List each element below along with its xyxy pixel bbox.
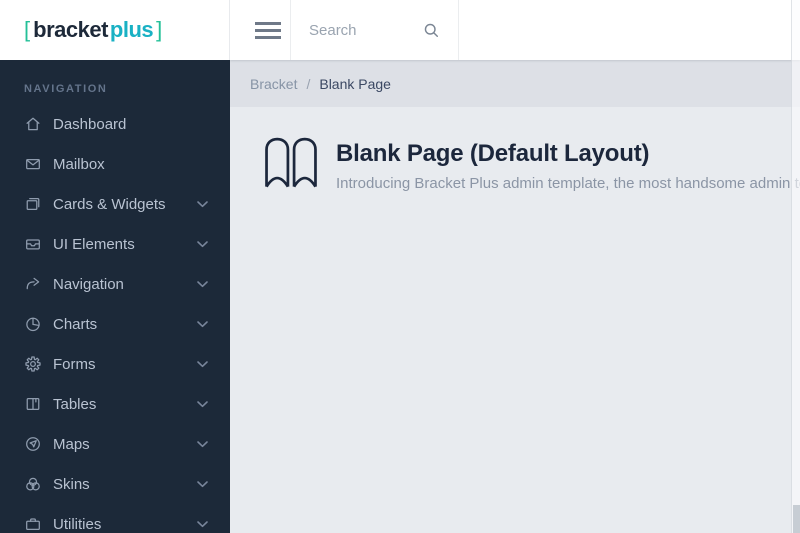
sidebar-item-label: Cards & Widgets	[53, 195, 166, 213]
sidebar-item-ui-elements[interactable]: UI Elements	[0, 224, 230, 264]
home-icon	[26, 117, 40, 131]
breadcrumb-separator: /	[306, 75, 311, 92]
sidebar-item-label: Charts	[53, 315, 98, 333]
nav-section-label: NAVIGATION	[24, 83, 108, 95]
chevron-down-icon	[197, 440, 208, 447]
top-header	[230, 0, 800, 60]
cards-icon	[26, 197, 40, 211]
pie-chart-icon	[26, 317, 40, 332]
table-icon	[26, 397, 40, 411]
skins-circles-icon	[26, 477, 40, 491]
forward-arrow-icon	[26, 277, 40, 290]
sidebar: [ bracket plus ] NAVIGATION Dashboard Mai…	[0, 0, 230, 533]
breadcrumb-current: Blank Page	[319, 75, 391, 92]
sidebar-item-cards-widgets[interactable]: Cards & Widgets	[0, 184, 230, 224]
breadcrumb-link[interactable]: Bracket	[250, 76, 297, 92]
chevron-down-icon	[197, 400, 208, 407]
page-header: Blank Page (Default Layout) Introducing …	[262, 135, 800, 193]
search-box	[291, 0, 458, 60]
menu-icon	[255, 35, 281, 39]
sidebar-item-forms[interactable]: Forms	[0, 344, 230, 384]
sidebar-item-dashboard[interactable]: Dashboard	[0, 104, 230, 144]
chevron-down-icon	[197, 520, 208, 527]
sidebar-item-label: Maps	[53, 435, 90, 453]
sidebar-item-label: Navigation	[53, 275, 124, 293]
breadcrumb: Bracket / Blank Page	[230, 60, 800, 107]
chevron-down-icon	[197, 320, 208, 327]
chevron-down-icon	[197, 240, 208, 247]
menu-icon	[255, 21, 281, 25]
chevron-down-icon	[197, 360, 208, 367]
sidebar-item-tables[interactable]: Tables	[0, 384, 230, 424]
app-window: [ bracket plus ] NAVIGATION Dashboard Mai…	[0, 0, 800, 533]
menu-toggle-button[interactable]	[255, 21, 281, 39]
briefcase-icon	[26, 518, 40, 531]
sidebar-menu: Dashboard Mailbox Cards & Widgets UI Elemen…	[0, 104, 230, 533]
logo-bracket-close: ]	[156, 17, 163, 42]
sidebar-item-charts[interactable]: Charts	[0, 304, 230, 344]
search-input[interactable]	[309, 21, 423, 39]
sidebar-item-label: Mailbox	[53, 155, 105, 173]
header-divider	[458, 0, 459, 60]
scrollbar[interactable]	[791, 0, 800, 533]
chevron-down-icon	[197, 280, 208, 287]
mail-icon	[26, 159, 40, 170]
chevron-down-icon	[197, 480, 208, 487]
scrollbar-thumb[interactable]	[793, 505, 800, 533]
compass-icon	[26, 437, 40, 451]
sidebar-item-label: UI Elements	[53, 235, 135, 253]
page-header-text: Blank Page (Default Layout) Introducing …	[336, 135, 800, 192]
page-title: Blank Page (Default Layout)	[336, 140, 650, 167]
chevron-down-icon	[197, 200, 208, 207]
sidebar-item-mailbox[interactable]: Mailbox	[0, 144, 230, 184]
logo-bracket-open: [	[24, 17, 31, 42]
sidebar-item-skins[interactable]: Skins	[0, 464, 230, 504]
logo[interactable]: [ bracket plus ]	[0, 0, 230, 60]
gear-icon	[25, 356, 41, 372]
sidebar-item-label: Utilities	[53, 515, 102, 533]
page-subtitle: Introducing Bracket Plus admin template,…	[336, 175, 800, 192]
inbox-icon	[26, 239, 40, 250]
open-book-icon	[265, 137, 317, 188]
sidebar-item-maps[interactable]: Maps	[0, 424, 230, 464]
search-icon[interactable]	[423, 22, 440, 39]
logo-name: bracket	[33, 17, 108, 42]
sidebar-item-label: Dashboard	[53, 115, 127, 133]
sidebar-nav: NAVIGATION Dashboard Mailbox Cards & Widge…	[0, 83, 230, 533]
sidebar-item-label: Skins	[53, 475, 90, 493]
main-content: Blank Page (Default Layout) Introducing …	[230, 107, 800, 533]
menu-icon	[255, 28, 281, 32]
logo-accent: plus	[109, 17, 154, 42]
sidebar-item-utilities[interactable]: Utilities	[0, 504, 230, 533]
sidebar-item-label: Tables	[53, 395, 97, 413]
sidebar-item-label: Forms	[53, 355, 96, 373]
sidebar-item-navigation[interactable]: Navigation	[0, 264, 230, 304]
